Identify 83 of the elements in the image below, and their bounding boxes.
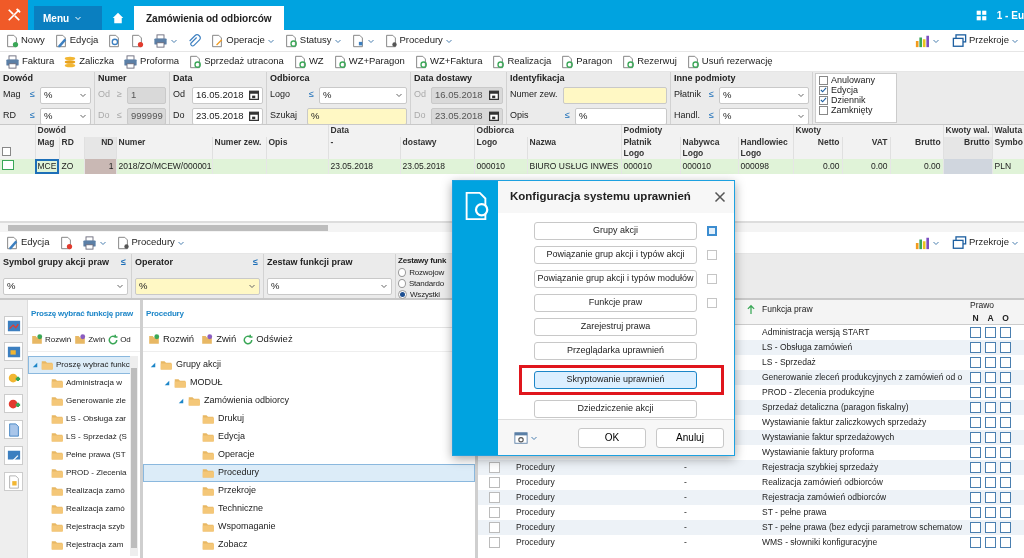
column-group-header: Podmioty <box>621 125 794 137</box>
table-cell: Procedury <box>516 537 555 548</box>
table-cell: Sprzedaż detaliczna (paragon fiskalny) <box>762 402 909 413</box>
filter-group-title: Identyfikacja <box>510 72 566 84</box>
table-cell: Realizacja zamówień odbiorców <box>762 477 883 488</box>
table-cell: ST - pełne prawa (bez edycji parametrow schematow <box>762 522 963 533</box>
checkbox-label: Edycja <box>831 85 858 95</box>
table-cell: 000010 <box>621 159 681 174</box>
table-cell: - <box>684 537 687 548</box>
column-group-header: Waluta <box>992 125 1024 137</box>
field-label: Do <box>173 109 186 123</box>
filter-label: Zestaw funkcji praw <box>267 256 353 269</box>
table-cell: ZO <box>59 159 84 174</box>
field-label: Od <box>98 88 111 102</box>
table-cell: 23.05.2018 <box>328 159 401 174</box>
table-cell: LS - Sprzedaż <box>762 357 816 368</box>
radio-label: Rozwojow <box>409 267 444 278</box>
radio-label: Wszystki <box>410 289 440 300</box>
table-cell: Procedury <box>516 492 555 503</box>
field-label: Do <box>98 109 111 123</box>
field-label: Mag <box>3 88 22 102</box>
table-cell: BIURO USŁUG INWES <box>527 159 622 174</box>
table-cell: Procedury <box>516 507 555 518</box>
table-cell: - <box>684 492 687 503</box>
table-cell: Rejestracja szybkiej sprzedaży <box>762 462 879 473</box>
table-cell: 2018/ZO/MCEW/000001 <box>116 159 212 174</box>
field-label: Logo <box>270 88 292 102</box>
field-label: Płatnik <box>674 88 702 102</box>
filter-label: Zestawy funk <box>398 255 444 267</box>
table-cell: Procedury <box>516 462 555 473</box>
table-cell: - <box>684 462 687 473</box>
field-label: Od <box>414 88 427 102</box>
table-cell: 23.05.2018 <box>400 159 475 174</box>
field-label: Od <box>173 88 186 102</box>
table-cell: WMS - słowniki konfiguracyjne <box>762 537 878 548</box>
table-cell: 000098 <box>738 159 794 174</box>
table-cell: 000010 <box>680 159 739 174</box>
filter-label: Symbol grupy akcji praw <box>3 256 110 269</box>
filter-group-title: Odbiorca <box>270 72 311 84</box>
field-label: Opis <box>510 109 530 123</box>
panel-title: Proszę wybrać funkcję praw <box>28 300 140 328</box>
column-group-header: Dowód <box>35 125 329 137</box>
table-cell: Procedury <box>516 477 555 488</box>
column-group-header: Kwoty <box>793 125 944 137</box>
table-cell: LS - Obsługa zamówień <box>762 342 853 353</box>
filter-group-title: Numer <box>98 72 128 84</box>
table-cell: 0.00 <box>842 159 891 174</box>
field-label: Do <box>414 109 427 123</box>
column-group-header: Kwoty wal. <box>943 125 993 137</box>
table-cell: 000010 <box>474 159 528 174</box>
table-cell: ST - pełne prawa <box>762 507 827 518</box>
table-cell: PROD - Zlecenia produkcyjne <box>762 387 875 398</box>
field-label: Szukaj <box>270 109 298 123</box>
field-label: Numer zew. <box>510 88 559 102</box>
filter-group-title: Dowód <box>3 72 34 84</box>
table-cell: Wystawianie faktury proforma <box>762 447 874 458</box>
table-cell: - <box>684 477 687 488</box>
table-cell: PLN <box>992 159 1024 174</box>
filter-group-title: Data <box>173 72 194 84</box>
table-cell: Generowanie zleceń produkcyjnych z zamówień od o <box>762 372 963 383</box>
checkbox-label: Dziennik <box>831 95 866 105</box>
table-cell: Procedury <box>516 522 555 533</box>
dialog-title: Konfiguracja systemu uprawnień <box>510 189 691 205</box>
column-group-header: Data <box>328 125 475 137</box>
table-cell: 0.00 <box>890 159 944 174</box>
filter-group-title: Data dostawy <box>414 72 474 84</box>
field-label: Handl. <box>674 109 701 123</box>
table-cell: 0.00 <box>793 159 843 174</box>
table-cell: Wystawianie faktur sprzedażowych <box>762 432 895 443</box>
filter-label: Operator <box>135 256 173 269</box>
checkbox-label: Zamknięty <box>831 105 873 115</box>
table-cell: - <box>684 507 687 518</box>
table-cell: 1 <box>84 159 116 174</box>
table-cell: Rejestracja zamówień odbiorców <box>762 492 887 503</box>
table-cell: - <box>684 522 687 533</box>
table-cell: Administracja wersją START <box>762 327 870 338</box>
filter-group-title: Inne podmioty <box>674 72 737 84</box>
column-group-header: Odbiorca <box>474 125 622 137</box>
table-cell: MCE <box>35 159 59 174</box>
checkbox-label: Anulowany <box>831 75 876 85</box>
table-cell: Wystawianie faktur zaliczkowych sprzedaży <box>762 417 927 428</box>
field-label: RD <box>3 109 17 123</box>
radio-label: Standardo <box>408 278 444 289</box>
